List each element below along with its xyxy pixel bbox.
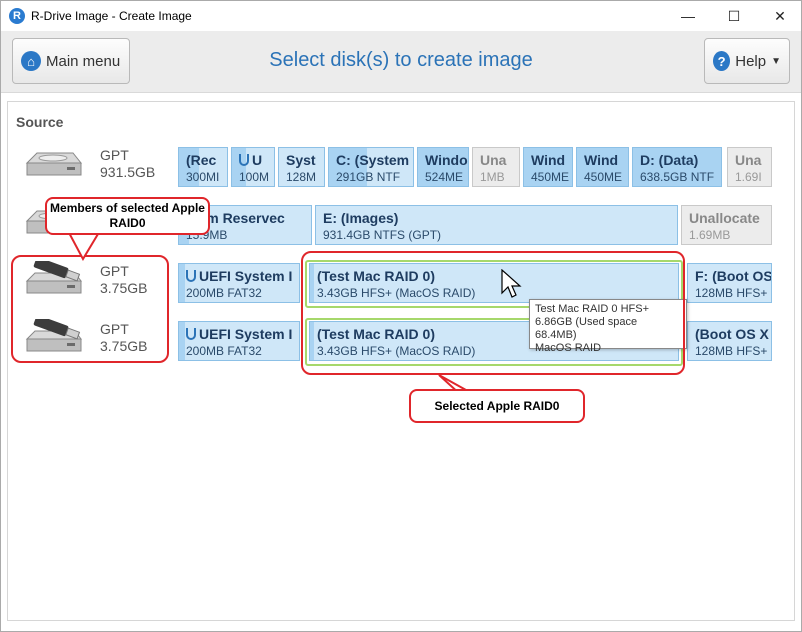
minimize-button[interactable]: — (665, 1, 711, 31)
partition-e-images[interactable]: E: (Images) 931.4GB NTFS (GPT) (315, 205, 678, 245)
disk-1-type: GPT (100, 147, 129, 163)
app-logo-icon: R (9, 8, 25, 24)
home-icon: ⌂ (21, 51, 41, 71)
question-icon: ? (713, 51, 731, 71)
title-bar: R R-Drive Image - Create Image — ☐ ✕ (1, 1, 801, 31)
partition-unallocated-1[interactable]: Una 1MB (472, 147, 520, 187)
partition-unallocated-3[interactable]: Unallocate 1.69MB (681, 205, 772, 245)
partition-windows-re-2[interactable]: Wind 450ME (523, 147, 573, 187)
partition-f-boot-os[interactable]: F: (Boot OS 128MB HFS+ (687, 263, 772, 303)
close-button[interactable]: ✕ (757, 1, 802, 31)
partition-c-system[interactable]: C: (System 291GB NTF (328, 147, 414, 187)
selected-raid-highlight-box (301, 251, 685, 375)
maximize-button[interactable]: ☐ (711, 1, 757, 31)
main-menu-button[interactable]: ⌂ Main menu (12, 38, 130, 84)
partition-recovery[interactable]: (Rec 300MI (178, 147, 228, 187)
partition-windows-re-1[interactable]: Windo 524ME (417, 147, 469, 187)
members-highlight-box (11, 255, 169, 363)
toolbar: ⌂ Main menu Select disk(s) to create ima… (1, 31, 801, 93)
chevron-down-icon: ▼ (771, 55, 781, 67)
uefi-icon (186, 270, 196, 282)
members-callout-label: Members of selected Apple RAID0 (45, 197, 210, 235)
uefi-icon (186, 328, 196, 340)
partition-uefi-system-3[interactable]: UEFI System I 200MB FAT32 (178, 263, 300, 303)
partition-system-reserved[interactable]: Syst 128M (278, 147, 325, 187)
main-menu-label: Main menu (46, 52, 121, 70)
app-window: R R-Drive Image - Create Image — ☐ ✕ ⌂ M… (0, 0, 802, 632)
partition-unallocated-2[interactable]: Una 1.69I (727, 147, 772, 187)
partition-uefi-system-4[interactable]: UEFI System I 200MB FAT32 (178, 321, 300, 361)
selected-raid-callout-label: Selected Apple RAID0 (409, 389, 585, 423)
help-button[interactable]: ? Help ▼ (704, 38, 790, 84)
disk-1-size: 931.5GB (100, 164, 156, 180)
page-title: Select disk(s) to create image (269, 49, 533, 71)
partition-boot-os-x[interactable]: (Boot OS X 128MB HFS+ (687, 321, 772, 361)
partition-d-data[interactable]: D: (Data) 638.5GB NTF (632, 147, 722, 187)
disk-1-info[interactable]: GPT 931.5GB (100, 147, 155, 181)
uefi-icon (239, 154, 249, 166)
partition-uefi[interactable]: U 100M (231, 147, 275, 187)
window-title: R-Drive Image - Create Image (31, 9, 192, 23)
help-label: Help (735, 52, 767, 70)
source-heading: Source (16, 114, 64, 130)
hard-disk-icon[interactable] (23, 147, 83, 183)
partition-windows-re-3[interactable]: Wind 450ME (576, 147, 629, 187)
